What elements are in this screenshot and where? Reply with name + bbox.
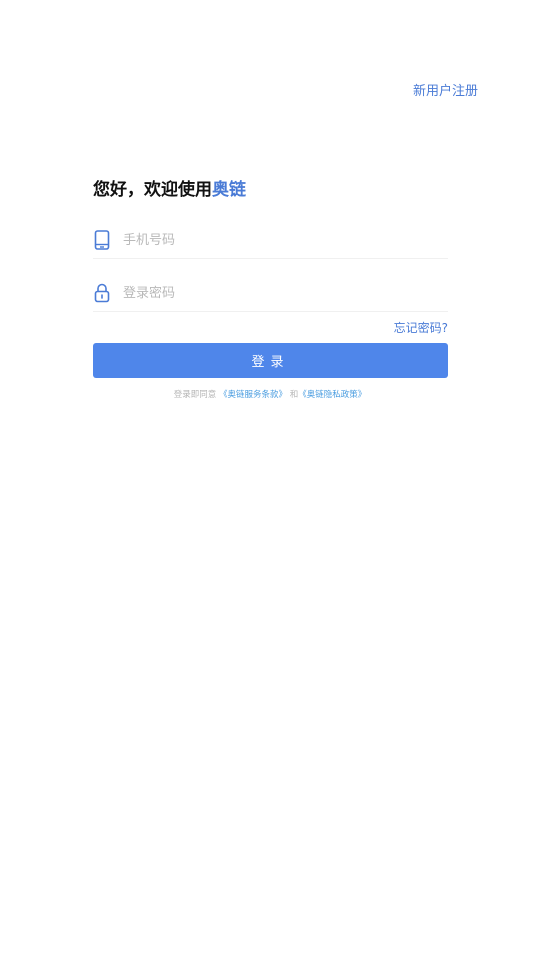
welcome-title: 您好，欢迎使用奥链 [93, 175, 246, 200]
phone-input[interactable] [121, 224, 448, 256]
lock-icon [93, 282, 111, 304]
privacy-link[interactable]: 《奥链隐私政策》 [298, 390, 366, 400]
register-link[interactable]: 新用户注册 [413, 80, 478, 99]
agreement-prefix: 登录即同意 [173, 390, 217, 400]
forgot-password-link[interactable]: 忘记密码? [394, 319, 448, 336]
password-field [93, 275, 448, 312]
terms-link[interactable]: 《奥链服务条款》 [219, 390, 287, 400]
login-button[interactable]: 登录 [93, 343, 448, 378]
welcome-prefix: 您好，欢迎使用 [93, 180, 212, 200]
password-input[interactable] [121, 277, 448, 309]
agreement-connector: 和 [289, 390, 299, 400]
brand-name: 奥链 [212, 180, 246, 200]
phone-icon [93, 229, 111, 251]
agreement-text: 登录即同意 《奥链服务条款》 和《奥链隐私政策》 [0, 388, 540, 400]
phone-field [93, 222, 448, 259]
